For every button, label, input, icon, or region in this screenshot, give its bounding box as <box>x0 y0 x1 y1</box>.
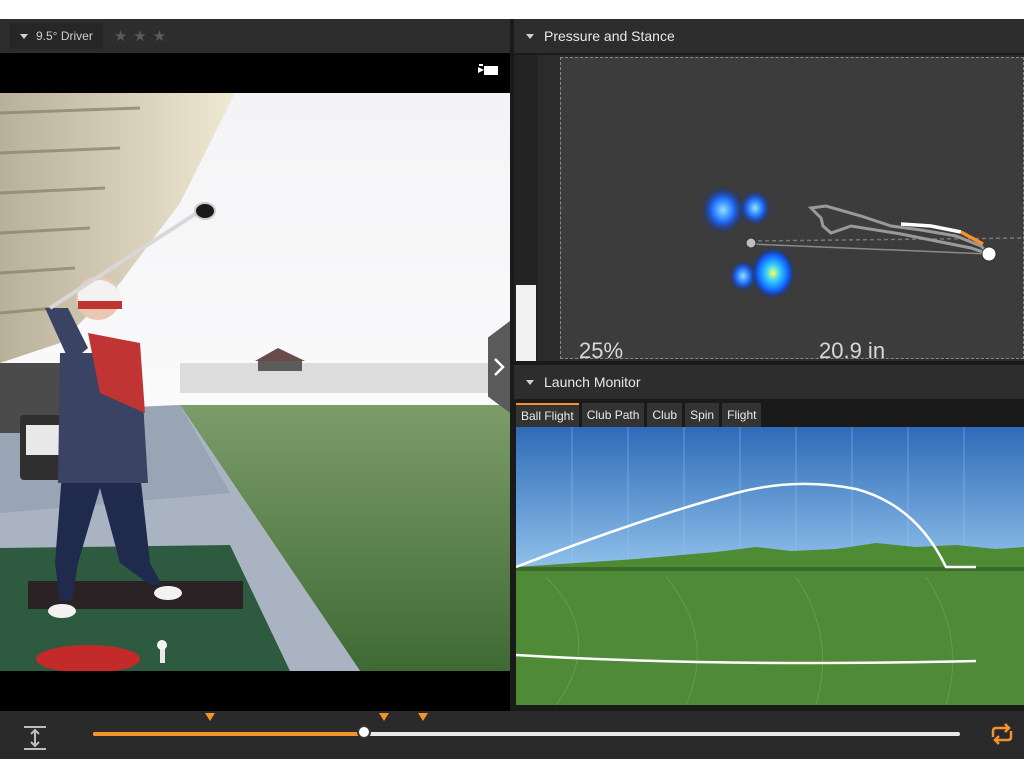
pressure-panel-header[interactable]: Pressure and Stance <box>514 19 1024 53</box>
dropdown-arrow-icon <box>20 33 28 39</box>
collapse-arrow-icon <box>526 33 534 39</box>
left-foot-toe-heat <box>739 190 771 226</box>
loop-icon[interactable] <box>988 723 1016 745</box>
pressure-plot: 25% 20.9 in <box>560 57 1024 363</box>
weight-percent: 25% <box>579 338 624 363</box>
pressure-bar-fill <box>516 284 536 361</box>
ball-flight-view[interactable] <box>516 427 1024 705</box>
pressure-bar <box>514 55 538 361</box>
pressure-map <box>701 186 1024 299</box>
event-marker[interactable] <box>205 713 216 721</box>
left-foot-heel-heat <box>701 186 745 234</box>
video-header: 9.5° Driver ★ ★ ★ <box>0 19 510 53</box>
pressure-panel: 25% 20.9 in <box>514 55 1024 363</box>
launch-panel-title: Launch Monitor <box>544 374 641 390</box>
pressure-panel-title: Pressure and Stance <box>544 28 675 44</box>
collapse-arrow-icon <box>526 379 534 385</box>
tab-ball-flight[interactable]: Ball Flight <box>516 403 579 427</box>
club-label: 9.5° Driver <box>36 29 93 43</box>
tab-club[interactable]: Club <box>647 403 683 427</box>
right-foot-toe-heat <box>751 247 795 299</box>
video-toolbar <box>0 53 510 93</box>
video-footer <box>0 671 510 711</box>
star-icon[interactable]: ★ <box>153 27 166 45</box>
launch-panel-header[interactable]: Launch Monitor <box>514 365 1024 399</box>
star-icon[interactable]: ★ <box>133 27 146 45</box>
swing-video[interactable] <box>0 93 510 671</box>
tab-spin[interactable]: Spin <box>685 403 720 427</box>
app-window: 9.5° Driver ★ ★ ★ Pressure and Stance 25… <box>0 19 1024 759</box>
club-dropdown[interactable]: 9.5° Driver <box>10 23 103 49</box>
stance-width: 20.9 in <box>819 338 886 363</box>
chevron-right-icon <box>494 358 505 376</box>
timeline-scrubber[interactable] <box>356 725 371 739</box>
swing-video-scene <box>0 93 510 671</box>
rating-stars: ★ ★ ★ <box>111 27 169 45</box>
event-marker[interactable] <box>418 713 429 721</box>
center-of-pressure-start <box>745 237 757 249</box>
expand-vertical-icon[interactable] <box>20 725 50 751</box>
event-marker[interactable] <box>379 713 390 721</box>
launch-tabs: Ball Flight Club Path Club Spin Flight <box>516 403 764 429</box>
ball-flight-graphic <box>516 427 1024 705</box>
tab-flight[interactable]: Flight <box>722 403 762 427</box>
timeline-track[interactable] <box>93 725 960 739</box>
center-of-pressure-end <box>981 246 997 262</box>
star-icon[interactable]: ★ <box>114 27 127 45</box>
timeline-progress <box>93 732 364 736</box>
video-camera-icon[interactable] <box>478 63 500 77</box>
timeline-bar <box>0 711 1024 759</box>
tab-club-path[interactable]: Club Path <box>581 403 645 427</box>
